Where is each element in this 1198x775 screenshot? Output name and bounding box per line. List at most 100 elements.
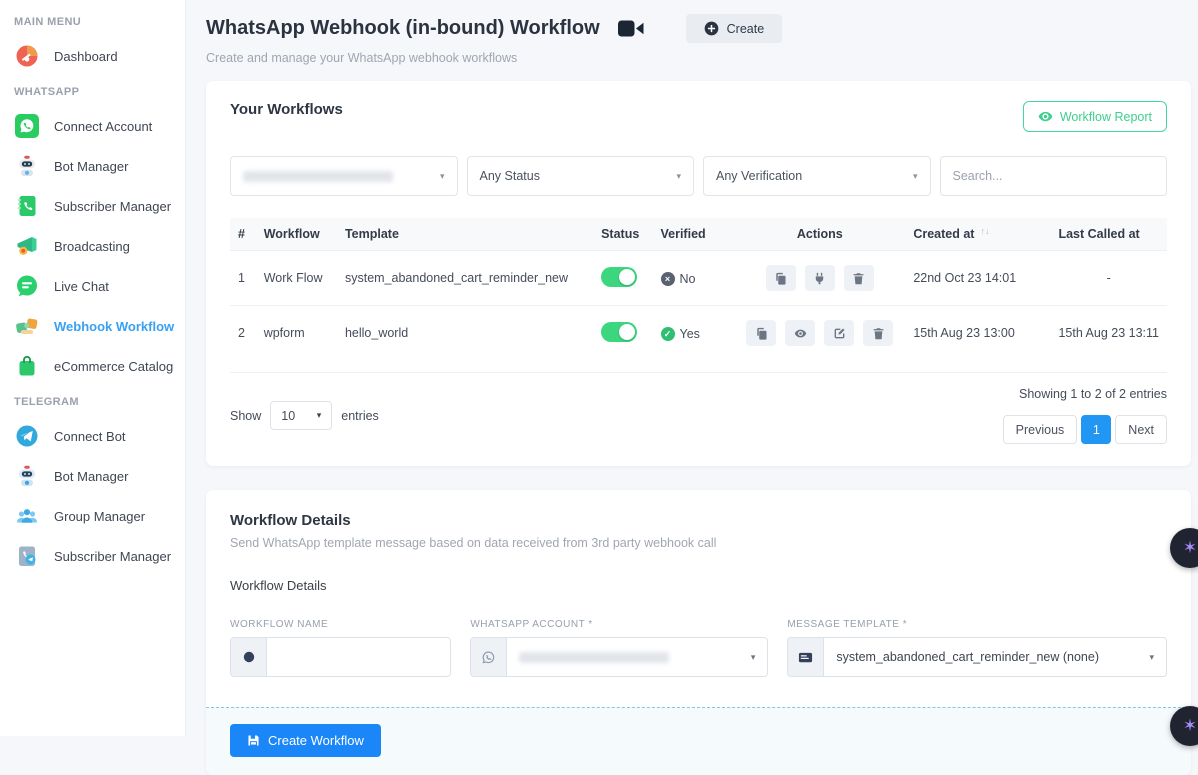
table-row: 2 wpform hello_world ✓Yes 15th Aug 23 13…	[230, 306, 1167, 361]
status-filter-select[interactable]: Any Status ▾	[467, 156, 695, 196]
page-size-select[interactable]: 10 ▾	[270, 401, 332, 430]
sidebar-item-connect-account[interactable]: Connect Account	[0, 106, 185, 146]
sidebar-item-label: Broadcasting	[54, 239, 130, 254]
col-last-called-at[interactable]: Last Called at	[1050, 218, 1167, 251]
col-template[interactable]: Template	[337, 218, 593, 251]
sidebar-item-label: Connect Account	[54, 119, 152, 134]
details-form-row: WORKFLOW NAME WHATSAPP ACCOUNT *	[230, 619, 1167, 677]
view-button[interactable]	[785, 320, 815, 346]
row-num: 1	[230, 251, 256, 306]
next-page-button[interactable]: Next	[1115, 415, 1167, 444]
plus-circle-icon	[704, 21, 719, 36]
sparkle-icon: ✶	[1183, 716, 1197, 736]
sidebar-item-label: eCommerce Catalog	[54, 359, 173, 374]
workflows-card-title: Your Workflows	[230, 101, 343, 118]
dot-icon	[231, 638, 267, 676]
previous-page-button[interactable]: Previous	[1003, 415, 1078, 444]
create-workflow-button[interactable]: Create Workflow	[230, 724, 381, 757]
sidebar-item-bot-manager-whatsapp[interactable]: Bot Manager	[0, 146, 185, 186]
chevron-down-icon: ▾	[676, 171, 681, 182]
whatsapp-account-select[interactable]: ▾	[507, 638, 767, 676]
create-button[interactable]: Create	[686, 14, 783, 43]
entries-label: entries	[341, 409, 379, 423]
status-filter-value: Any Status	[480, 169, 540, 183]
sidebar-item-subscriber-manager-whatsapp[interactable]: Subscriber Manager	[0, 186, 185, 226]
page-1-button[interactable]: 1	[1081, 415, 1111, 444]
col-verified[interactable]: Verified	[653, 218, 735, 251]
actions-group	[742, 265, 897, 291]
filter-row: ▾ Any Status ▾ Any Verification ▾	[230, 156, 1167, 196]
sidebar-item-label: Dashboard	[54, 49, 118, 64]
group-icon	[14, 503, 40, 529]
workflow-report-button[interactable]: Workflow Report	[1023, 101, 1167, 132]
main-content: WhatsApp Webhook (in-bound) Workflow Cre…	[186, 0, 1198, 736]
check-circle-icon: ✓	[661, 327, 675, 341]
page-title: WhatsApp Webhook (in-bound) Workflow	[206, 17, 600, 40]
redacted-account-value	[243, 171, 393, 182]
eye-icon	[1038, 109, 1053, 124]
sidebar-item-label: Subscriber Manager	[54, 199, 171, 214]
sidebar-item-group-manager[interactable]: Group Manager	[0, 496, 185, 536]
message-template-value: system_abandoned_cart_reminder_new (none…	[836, 650, 1099, 664]
sidebar-item-connect-bot[interactable]: Connect Bot	[0, 416, 185, 456]
sidebar-item-broadcasting[interactable]: Broadcasting	[0, 226, 185, 266]
chevron-down-icon: ▾	[1149, 652, 1154, 663]
row-num: 2	[230, 306, 256, 361]
details-card-footer: Create Workflow	[206, 707, 1191, 775]
search-input[interactable]	[953, 169, 1155, 183]
details-card-title: Workflow Details	[230, 512, 1167, 529]
sidebar-item-label: Live Chat	[54, 279, 109, 294]
sparkle-icon: ✶	[1183, 538, 1197, 558]
table-footer: Show 10 ▾ entries Showing 1 to 2 of 2 en…	[230, 372, 1167, 444]
sidebar-item-label: Webhook Workflow	[54, 319, 174, 334]
chevron-down-icon: ▾	[317, 410, 322, 421]
gauge-icon	[14, 43, 40, 69]
workflows-table: # Workflow Template Status Verified Acti…	[230, 218, 1167, 360]
col-workflow[interactable]: Workflow	[256, 218, 337, 251]
sidebar-item-dashboard[interactable]: Dashboard	[0, 36, 185, 76]
sidebar-section-whatsapp: WHATSAPP	[0, 76, 185, 106]
status-toggle[interactable]	[601, 267, 637, 287]
sidebar-item-label: Bot Manager	[54, 159, 128, 174]
delete-button[interactable]	[844, 265, 874, 291]
copy-button[interactable]	[766, 265, 796, 291]
chevron-down-icon: ▾	[913, 171, 918, 182]
edit-button[interactable]	[824, 320, 854, 346]
sidebar-item-webhook-workflow[interactable]: Webhook Workflow	[0, 306, 185, 346]
copy-button[interactable]	[746, 320, 776, 346]
verified-badge: ✓Yes	[661, 327, 700, 341]
video-camera-icon[interactable]	[618, 19, 644, 38]
show-label: Show	[230, 409, 261, 423]
row-template: hello_world	[337, 306, 593, 361]
sidebar-section-telegram: TELEGRAM	[0, 386, 185, 416]
sort-icon[interactable]: ↑↓	[980, 226, 989, 236]
robot-blue-icon	[14, 463, 40, 489]
message-template-select[interactable]: system_abandoned_cart_reminder_new (none…	[824, 638, 1166, 676]
chat-icon	[14, 273, 40, 299]
chevron-down-icon: ▾	[440, 171, 445, 182]
col-num[interactable]: #	[230, 218, 256, 251]
status-toggle[interactable]	[601, 322, 637, 342]
col-created-at[interactable]: Created at↑↓	[905, 218, 1050, 251]
account-filter-select[interactable]: ▾	[230, 156, 458, 196]
sidebar-item-bot-manager-telegram[interactable]: Bot Manager	[0, 456, 185, 496]
plug-button[interactable]	[805, 265, 835, 291]
sidebar-item-label: Connect Bot	[54, 429, 126, 444]
sidebar-item-live-chat[interactable]: Live Chat	[0, 266, 185, 306]
telegram-icon	[14, 423, 40, 449]
workflow-name-input[interactable]	[279, 650, 438, 664]
col-status[interactable]: Status	[593, 218, 652, 251]
search-field	[940, 156, 1168, 196]
sidebar: MAIN MENU Dashboard WHATSAPP Connect Acc…	[0, 0, 186, 736]
col-actions[interactable]: Actions	[734, 218, 905, 251]
details-card-subtitle: Send WhatsApp template message based on …	[230, 536, 1167, 550]
sidebar-item-label: Subscriber Manager	[54, 549, 171, 564]
sidebar-item-ecommerce-catalog[interactable]: eCommerce Catalog	[0, 346, 185, 386]
verification-filter-select[interactable]: Any Verification ▾	[703, 156, 931, 196]
delete-button[interactable]	[863, 320, 893, 346]
sidebar-item-subscriber-manager-telegram[interactable]: Subscriber Manager	[0, 536, 185, 576]
workflow-name-field: WORKFLOW NAME	[230, 619, 451, 677]
message-template-label: MESSAGE TEMPLATE *	[787, 619, 1167, 630]
actions-group	[742, 320, 897, 346]
create-button-label: Create	[727, 22, 765, 36]
